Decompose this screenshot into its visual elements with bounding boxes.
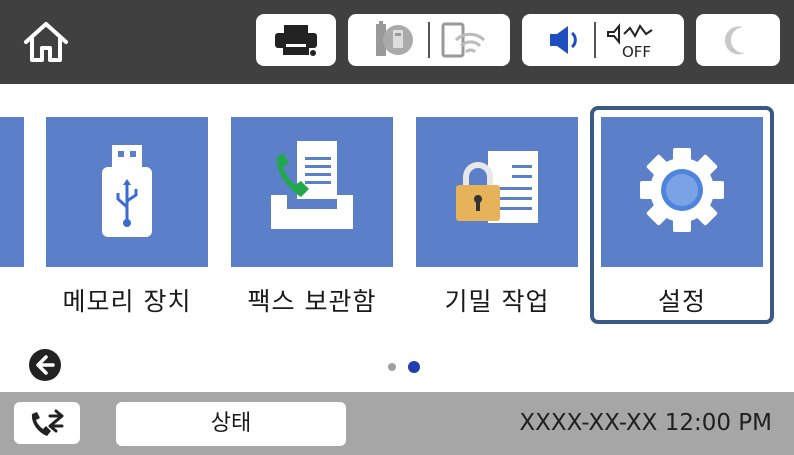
status-button[interactable]: 상태 [116,402,346,446]
top-bar: OFF [0,0,794,84]
fax-job-icon [31,409,64,436]
tile-label-confidential-job: 기밀 작업 [444,287,550,316]
back-arrow-icon [29,349,61,381]
tile-label-fax-box: 팩스 보관함 [247,287,377,316]
sleep-button[interactable] [696,14,780,66]
divider [594,22,596,58]
tile-label-settings: 설정 [657,287,706,316]
quiet-mode-label: OFF [622,43,651,60]
network-status-button[interactable] [348,14,510,66]
offscreen-tile[interactable] [0,117,24,267]
back-button[interactable] [28,348,62,382]
page-dot-1 [388,363,396,371]
sleep-moon-icon [724,26,745,55]
status-bar: 상태 XXXX-XX-XX 12:00 PM [0,392,794,455]
datetime-display: XXXX-XX-XX 12:00 PM [519,410,772,436]
printer-status-button[interactable] [256,14,336,66]
wifi-icon [441,22,486,58]
tile-label-memory-device: 메모리 장치 [62,287,192,316]
home-icon [24,22,68,62]
tile-memory-device[interactable] [46,117,208,267]
usb-memory-icon [102,145,152,237]
tile-settings[interactable] [601,117,763,267]
fax-box-icon [271,141,353,229]
network-status-icon [376,21,413,56]
tile-confidential-job[interactable] [416,117,578,267]
confidential-job-icon [456,151,538,223]
tile-fax-box[interactable] [231,117,393,267]
home-menu: 메모리 장치 팩스 보관함 기밀 작업 설정 [0,84,794,392]
divider [428,22,430,58]
home-button[interactable] [20,16,72,68]
fax-job-button[interactable] [14,402,80,444]
gear-icon [640,148,724,232]
speaker-icon [550,26,577,54]
quiet-mode-off-icon: OFF [607,23,653,60]
sound-quiet-button[interactable]: OFF [522,14,684,66]
page-dot-2-active [408,361,420,373]
printer-icon [275,25,317,56]
